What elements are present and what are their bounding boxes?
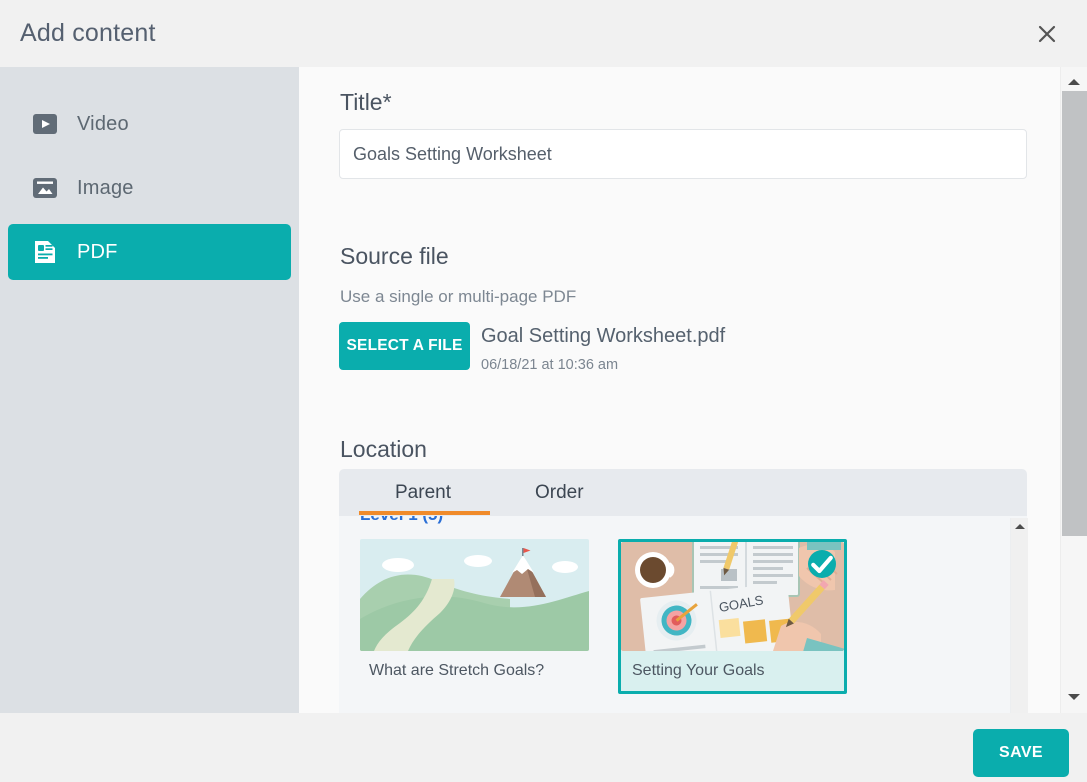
scrollbar-thumb[interactable] bbox=[1062, 91, 1087, 536]
caret-up-icon[interactable] bbox=[1015, 524, 1025, 529]
select-a-file-button[interactable]: SELECT A FILE bbox=[339, 322, 470, 370]
parent-card-stretch-goals[interactable]: What are Stretch Goals? bbox=[360, 539, 589, 694]
parent-card-caption: Setting Your Goals bbox=[621, 651, 844, 691]
parent-tree-panel: What are Stretch Goals? bbox=[339, 516, 1027, 713]
close-icon[interactable] bbox=[1033, 20, 1061, 48]
mountain-path-illustration bbox=[360, 539, 589, 651]
caret-down-icon[interactable] bbox=[1061, 687, 1087, 707]
check-icon bbox=[808, 550, 836, 578]
title-field-label: Title* bbox=[340, 89, 392, 116]
tab-parent[interactable]: Parent bbox=[395, 469, 451, 516]
active-tab-underline bbox=[359, 511, 490, 515]
add-content-dialog: Add content Video Image bbox=[0, 0, 1087, 782]
sidebar-item-label: Image bbox=[77, 177, 134, 200]
selected-file-date: 06/18/21 at 10:36 am bbox=[481, 357, 618, 373]
parent-card-setting-your-goals[interactable]: GOALS bbox=[618, 539, 847, 694]
content-type-sidebar: Video Image PDF bbox=[0, 67, 299, 713]
location-tabs: Parent Order bbox=[339, 469, 1027, 516]
dialog-footer: SAVE bbox=[0, 713, 1087, 782]
tree-panel-scrollbar[interactable] bbox=[1010, 518, 1028, 713]
pdf-icon bbox=[32, 239, 58, 265]
sidebar-item-label: Video bbox=[77, 113, 129, 136]
tab-order[interactable]: Order bbox=[535, 469, 584, 516]
page-title: Add content bbox=[20, 19, 156, 48]
selected-file-name: Goal Setting Worksheet.pdf bbox=[481, 325, 725, 348]
video-icon bbox=[32, 111, 58, 137]
dialog-main-panel: Title* Source file Use a single or multi… bbox=[299, 67, 1060, 713]
location-heading: Location bbox=[340, 436, 427, 463]
parent-card-caption: What are Stretch Goals? bbox=[360, 651, 589, 690]
image-icon bbox=[32, 175, 58, 201]
parent-card-row: What are Stretch Goals? bbox=[360, 539, 847, 694]
title-input[interactable] bbox=[339, 129, 1027, 179]
sidebar-item-pdf[interactable]: PDF bbox=[8, 224, 291, 280]
sidebar-item-label: PDF bbox=[77, 241, 118, 264]
source-file-heading: Source file bbox=[340, 243, 449, 270]
sidebar-item-image[interactable]: Image bbox=[8, 160, 291, 216]
caret-up-icon[interactable] bbox=[1061, 72, 1087, 92]
save-button[interactable]: SAVE bbox=[973, 729, 1069, 777]
sidebar-item-video[interactable]: Video bbox=[8, 96, 291, 152]
desk-goals-worksheet-illustration: GOALS bbox=[621, 542, 844, 651]
source-file-hint: Use a single or multi-page PDF bbox=[340, 287, 576, 307]
dialog-header: Add content bbox=[0, 0, 1087, 67]
dialog-scrollbar[interactable] bbox=[1060, 67, 1087, 713]
